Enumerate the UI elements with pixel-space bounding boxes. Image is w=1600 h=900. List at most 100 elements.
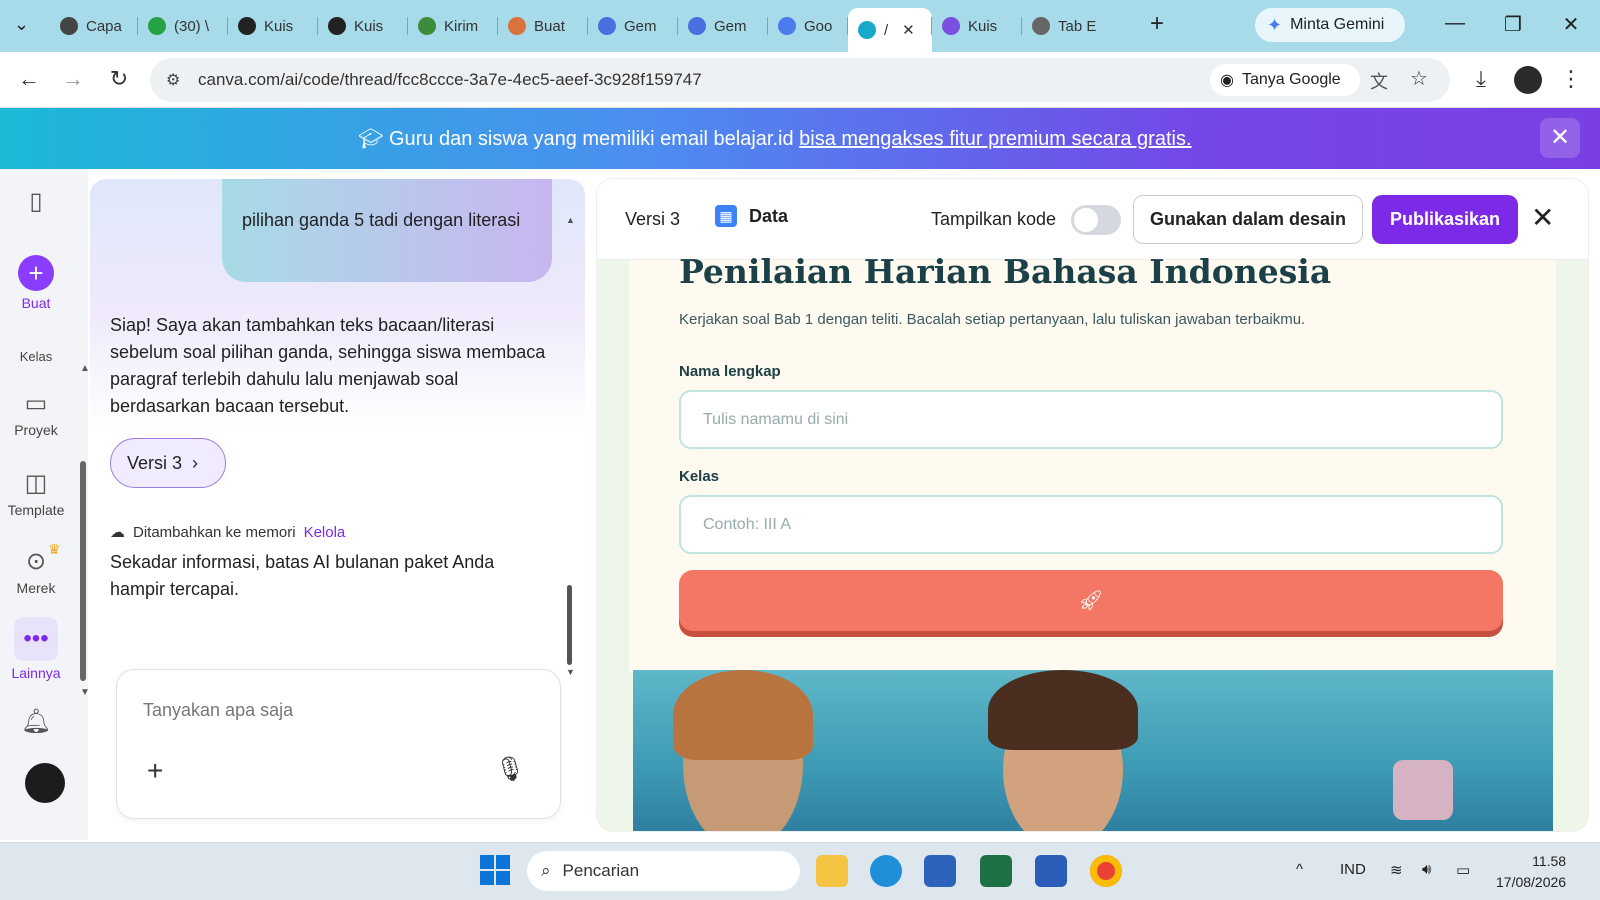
rail-item-buat[interactable]: + Buat — [0, 255, 72, 311]
microphone-icon[interactable]: 🎙︎ — [495, 755, 525, 784]
file-explorer-icon[interactable] — [816, 855, 848, 887]
browser-tab[interactable]: Gem — [678, 8, 768, 44]
windows-taskbar: ⌕ Pencarian ^ IND ≋ 🔊︎ ▭ 11.58 17/08/202… — [0, 842, 1600, 900]
bell-icon[interactable]: 🔔︎ — [0, 707, 72, 740]
version-label: Versi 3 — [625, 209, 681, 229]
name-label: Nama lengkap — [679, 363, 781, 380]
wifi-icon[interactable]: ≋ — [1390, 861, 1403, 879]
forward-button[interactable]: → — [58, 66, 88, 92]
brand-kit-icon: ⊙ — [25, 548, 47, 575]
chevron-right-icon: › — [192, 452, 199, 473]
browser-tab[interactable]: Goo — [768, 8, 848, 44]
browser-tab[interactable]: Kuis — [932, 8, 1022, 44]
tanya-google-button[interactable]: ◉ Tanya Google — [1210, 64, 1360, 96]
search-icon: ⌕ — [541, 861, 551, 880]
chat-input[interactable]: Tanyakan apa saja — [143, 700, 293, 721]
google-gemini-icon — [778, 17, 796, 35]
download-icon[interactable]: ⤓ — [1466, 66, 1496, 92]
manage-memory-link[interactable]: Kelola — [304, 524, 346, 541]
edge-icon[interactable] — [870, 855, 902, 887]
rocket-icon: 🚀︎ — [1078, 590, 1104, 612]
code-preview-panel: Versi 3 ▦ Data Tampilkan kode Gunakan da… — [597, 179, 1588, 831]
promo-banner: 🎓︎ Guru dan siswa yang memiliki email be… — [0, 108, 1600, 169]
add-attachment-button[interactable]: + — [147, 755, 163, 787]
chat-input-box[interactable]: Tanyakan apa saja + 🎙︎ — [116, 669, 561, 819]
graduation-cap-icon: 🎓︎ — [358, 128, 384, 150]
chrome-icon — [1032, 17, 1050, 35]
globe-icon — [418, 17, 436, 35]
banner-link[interactable]: bisa mengakses fitur premium secara grat… — [799, 128, 1191, 150]
reload-button[interactable]: ↻ — [104, 66, 134, 92]
taskbar-search[interactable]: ⌕ Pencarian — [527, 851, 800, 891]
page-subtitle: Kerjakan soal Bab 1 dengan teliti. Bacal… — [679, 311, 1306, 328]
rail-item-template[interactable]: ◫ Template — [0, 469, 72, 518]
data-button[interactable]: ▦ Data — [715, 205, 788, 227]
store-icon[interactable] — [924, 855, 956, 887]
rail-item-kelas[interactable]: Kelas — [0, 349, 72, 364]
assistant-reply: Siap! Saya akan tambahkan teks bacaan/li… — [110, 315, 546, 416]
start-button[interactable]: 🚀︎ — [679, 570, 1503, 631]
version-chip[interactable]: Versi 3 › — [110, 438, 226, 488]
browser-tab[interactable]: Tab E — [1022, 8, 1112, 44]
close-tab-icon[interactable]: ✕ — [902, 21, 915, 39]
profile-avatar[interactable] — [1514, 66, 1542, 94]
restore-button[interactable]: ❐ — [1498, 12, 1528, 37]
ai-chat-panel: pilihan ganda 5 tadi dengan literasi Sia… — [90, 179, 585, 840]
plus-icon: + — [18, 255, 54, 291]
show-code-toggle[interactable] — [1071, 205, 1121, 235]
name-field[interactable]: Tulis namamu di sini — [679, 390, 1503, 449]
cloud-check-icon: ☁ — [110, 524, 125, 541]
minimize-button[interactable]: — — [1440, 12, 1470, 35]
template-icon: ◫ — [24, 470, 48, 497]
browser-tab[interactable]: Capa — [50, 8, 138, 44]
battery-icon[interactable]: ▭ — [1456, 861, 1470, 879]
tab-search-chevron-icon[interactable]: ⌄ — [14, 14, 29, 35]
browser-tab[interactable]: Kirim — [408, 8, 498, 44]
browser-menu-icon[interactable]: ⋮ — [1556, 66, 1586, 92]
canva-icon — [238, 17, 256, 35]
browser-tab[interactable]: Kuis — [318, 8, 408, 44]
rail-item-lainnya[interactable]: ••• Lainnya — [0, 617, 72, 681]
canva-icon — [328, 17, 346, 35]
gemini-button[interactable]: ✦ Minta Gemini — [1255, 8, 1405, 42]
preview-header: Versi 3 ▦ Data Tampilkan kode Gunakan da… — [597, 179, 1588, 260]
publish-button[interactable]: Publikasikan — [1372, 195, 1518, 244]
site-settings-icon[interactable]: ⚙ — [166, 70, 180, 90]
translate-icon[interactable]: 文 — [1370, 68, 1388, 94]
gemini-icon — [598, 17, 616, 35]
system-clock[interactable]: 11.58 17/08/2026 — [1496, 851, 1566, 893]
use-in-design-button[interactable]: Gunakan dalam desain — [1133, 195, 1363, 244]
language-indicator[interactable]: IND — [1340, 861, 1366, 878]
whatsapp-icon — [148, 17, 166, 35]
browser-tab[interactable]: Kuis — [228, 8, 318, 44]
chat-scrollbar[interactable]: ▲ ▼ — [566, 215, 575, 677]
address-bar[interactable]: ⚙ canva.com/ai/code/thread/fcc8ccce-3a7e… — [150, 58, 1450, 102]
windows-start-icon[interactable] — [480, 855, 510, 885]
close-preview-icon[interactable]: ✕ — [1531, 201, 1554, 234]
browser-tab[interactable]: (30) \ — [138, 8, 228, 44]
window-close-button[interactable]: ✕ — [1556, 12, 1586, 37]
bookmark-star-icon[interactable]: ☆ — [1410, 66, 1428, 91]
rail-scrollbar[interactable]: ▲ ▼ — [78, 357, 90, 698]
new-tab-button[interactable]: + — [1150, 10, 1164, 38]
tray-chevron-icon[interactable]: ^ — [1296, 861, 1303, 878]
banner-close-button[interactable]: ✕ — [1540, 118, 1580, 158]
word-icon[interactable] — [1035, 855, 1067, 887]
class-field[interactable]: Contoh: III A — [679, 495, 1503, 554]
browser-tab[interactable]: Buat — [498, 8, 588, 44]
students-photo — [633, 670, 1553, 831]
back-button[interactable]: ← — [14, 66, 44, 92]
user-avatar[interactable] — [25, 763, 65, 803]
canva-icon — [858, 21, 876, 39]
rail-item-proyek[interactable]: ▭ Proyek — [0, 389, 72, 438]
folder-icon: ▭ — [24, 390, 48, 417]
browser-tab[interactable]: Gem — [588, 8, 678, 44]
browser-tab[interactable]: / ✕ — [848, 8, 932, 52]
browser-toolbar: ← → ↻ ⚙ canva.com/ai/code/thread/fcc8ccc… — [0, 52, 1600, 108]
toggle-panel-icon[interactable]: ▯ — [0, 187, 72, 220]
volume-icon[interactable]: 🔊︎ — [1422, 861, 1431, 878]
excel-icon[interactable] — [980, 855, 1012, 887]
chrome-icon[interactable] — [1090, 855, 1122, 887]
rail-item-merek[interactable]: ⊙ Merek ♛ — [0, 541, 72, 596]
memory-note: ☁ Ditambahkan ke memori Kelola — [110, 523, 346, 542]
